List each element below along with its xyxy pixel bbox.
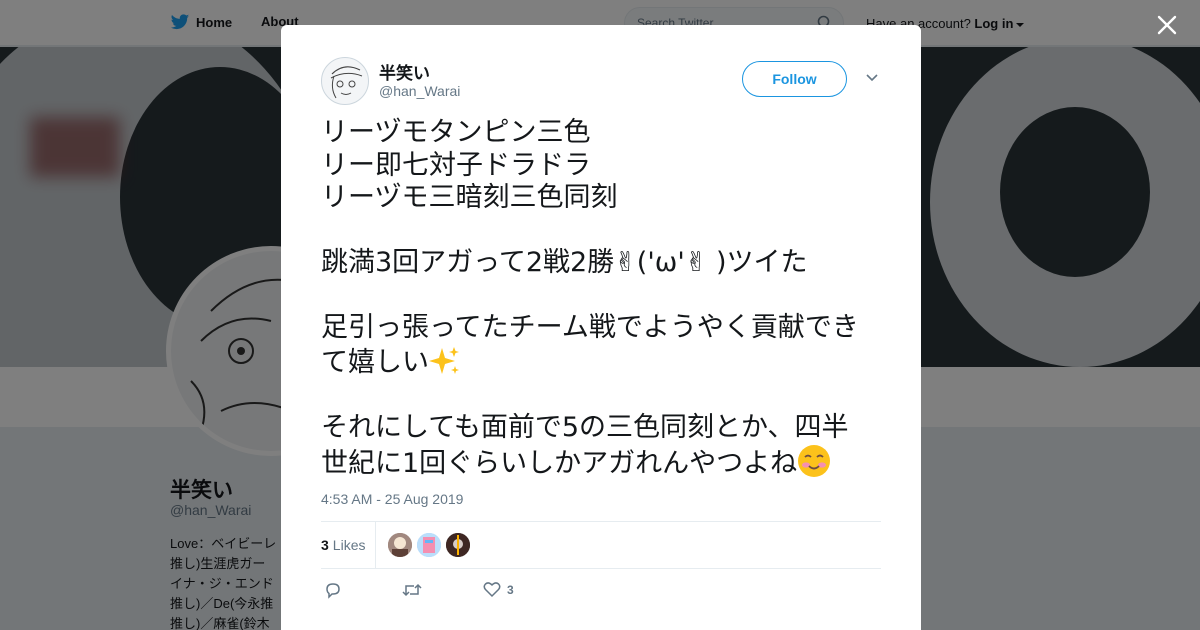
tweet-author-name[interactable]: 半笑い: [379, 59, 430, 84]
tweet-line: 足引っ張ってたチーム戦でようやく貢献でき: [321, 312, 859, 343]
liker-avatar[interactable]: [388, 533, 412, 557]
chevron-down-icon[interactable]: [865, 73, 879, 83]
likes-label: Likes: [332, 537, 366, 553]
follow-button[interactable]: Follow: [742, 61, 847, 97]
like-button[interactable]: 3: [483, 581, 514, 598]
liker-avatar[interactable]: [446, 533, 470, 557]
reply-icon: [326, 583, 340, 599]
sparkles-emoji: [429, 346, 459, 374]
tweet-line: それにしても面前で5の三色同刻とか、四半: [321, 411, 849, 443]
tweet-line: [321, 379, 886, 412]
likes-stat[interactable]: 3 Likes: [321, 537, 365, 553]
liker-avatar[interactable]: [417, 533, 441, 557]
avatar-drawing: [330, 66, 363, 99]
close-icon[interactable]: [1154, 12, 1180, 38]
tweet-line: 世紀に1回ぐらいしかアガれんやつよね: [321, 448, 798, 479]
tweet-author-handle[interactable]: @han_Warai: [379, 83, 460, 99]
tweet-line: リー即七対子ドラドラ: [321, 149, 591, 181]
tweet-line: [321, 215, 886, 248]
tweet-line-with-emoji: 世紀に1回ぐらいしかアガれんやつよね: [321, 444, 886, 481]
retweet-button[interactable]: [402, 581, 422, 599]
avatar-image: [446, 533, 470, 557]
tweet-line: リーヅモ三暗刻三色同刻: [321, 182, 618, 213]
tweet-text: リーヅモタンピン三色 リー即七対子ドラドラ リーヅモ三暗刻三色同刻 跳満3回アガ…: [321, 117, 886, 481]
avatar-image: [388, 533, 412, 557]
tweet-timestamp[interactable]: 4:53 AM - 25 Aug 2019: [321, 491, 463, 507]
likes-count: 3: [321, 537, 329, 553]
tweet-line: [321, 280, 886, 313]
tweet-line: て嬉しい: [321, 346, 429, 378]
avatar-image: [417, 533, 441, 557]
tweet-stats: 3 Likes: [321, 521, 881, 569]
smiling-face-emoji: [798, 445, 831, 477]
retweet-icon: [402, 583, 422, 597]
heart-icon: [483, 582, 501, 598]
reply-button[interactable]: [324, 581, 342, 599]
tweet-line-with-emoji: て嬉しい: [321, 345, 886, 380]
tweet-line: 跳満3回アガって2戦2勝✌('ω'✌ )ツイた: [321, 247, 808, 278]
like-action-count: 3: [507, 582, 514, 597]
tweet-line: リーヅモタンピン三色: [321, 117, 591, 148]
tweet-modal: 半笑い @han_Warai Follow リーヅモタンピン三色 リー即七対子ド…: [281, 25, 921, 630]
tweet-author-avatar[interactable]: [321, 57, 369, 105]
stats-divider: [375, 522, 376, 568]
